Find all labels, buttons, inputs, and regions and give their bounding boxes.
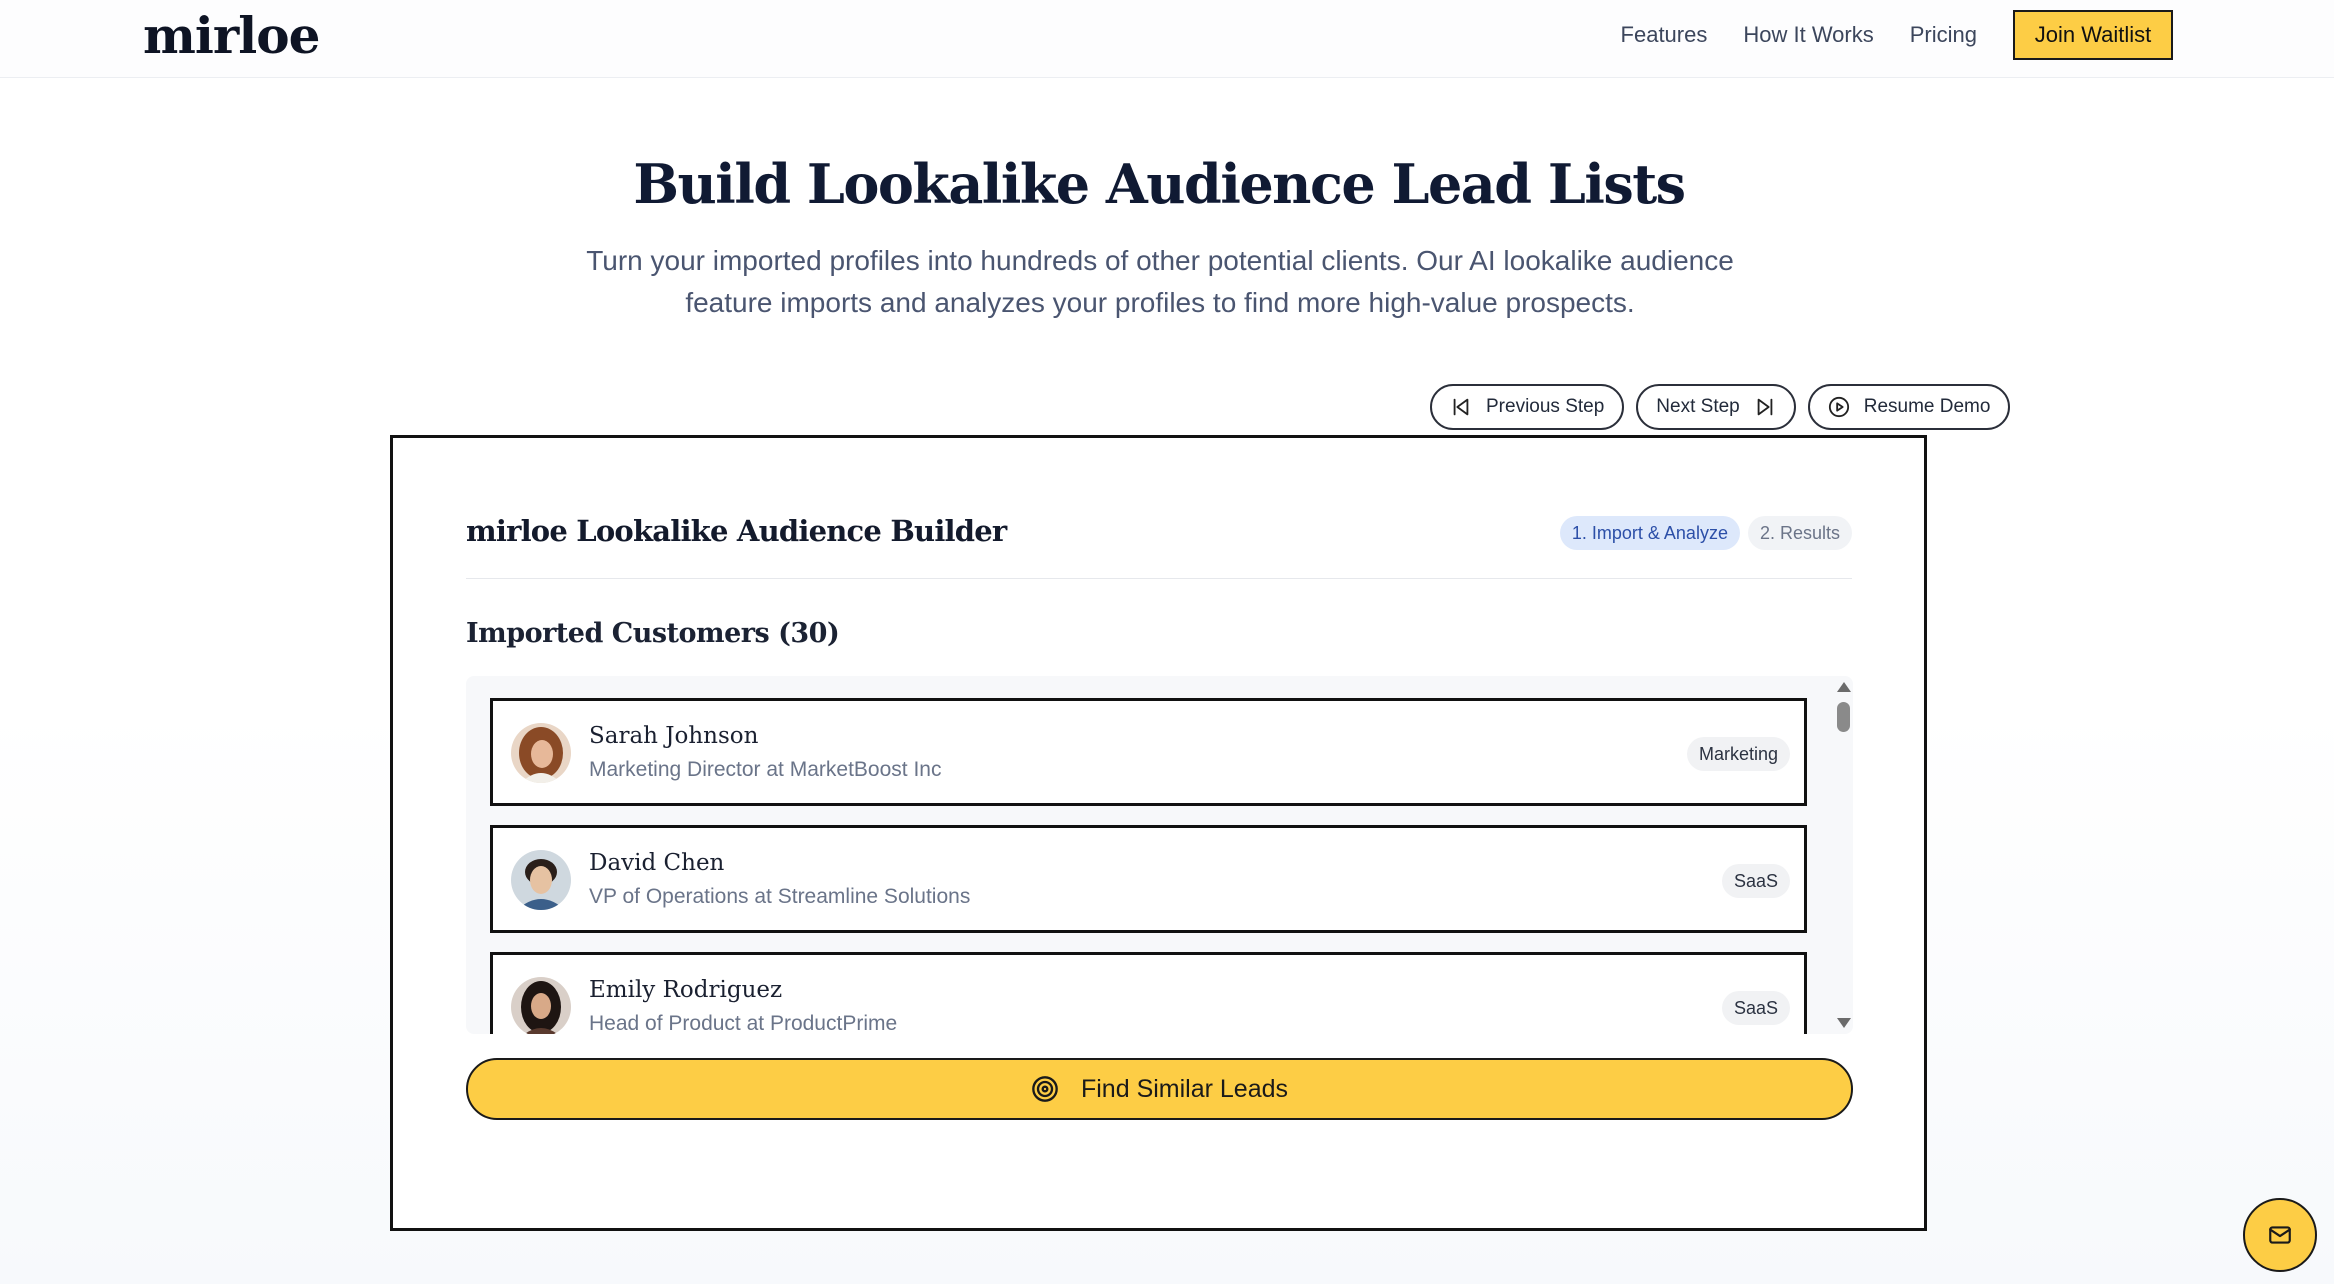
demo-controls: Previous Step Next Step Resume Demo (1430, 384, 2011, 430)
scroll-down-arrow-icon[interactable] (1837, 1018, 1851, 1028)
previous-step-button[interactable]: Previous Step (1430, 384, 1625, 430)
target-icon (1032, 1076, 1058, 1102)
industry-tag: SaaS (1721, 991, 1790, 1025)
play-circle-icon (1828, 396, 1849, 418)
nav-link-pricing[interactable]: Pricing (1910, 22, 1977, 48)
resume-demo-button[interactable]: Resume Demo (1807, 384, 2011, 430)
list-scrollbar[interactable] (1833, 676, 1853, 1034)
customer-role: Marketing Director at MarketBoost Inc (589, 758, 942, 781)
step-results[interactable]: 2. Results (1747, 516, 1852, 550)
panel-title: mirloe Lookalike Audience Builder (466, 514, 1007, 548)
page-title: Build Lookalike Audience Lead Lists (633, 152, 1686, 216)
top-nav: mirloe Features How It Works Pricing Joi… (0, 0, 2334, 78)
nav-link-features[interactable]: Features (1621, 22, 1708, 48)
customer-name: David Chen (589, 850, 725, 876)
divider (466, 578, 1852, 579)
skip-back-icon (1453, 398, 1469, 416)
list-item[interactable]: Sarah Johnson Marketing Director at Mark… (490, 698, 1807, 806)
customer-role: VP of Operations at Streamline Solutions (589, 885, 971, 908)
scroll-thumb[interactable] (1837, 702, 1850, 732)
customer-list: Sarah Johnson Marketing Director at Mark… (490, 698, 1807, 1034)
customer-name: Sarah Johnson (589, 723, 759, 749)
customer-list-container[interactable]: Sarah Johnson Marketing Director at Mark… (466, 676, 1853, 1034)
logo[interactable]: mirloe (143, 6, 320, 65)
step-indicator: 1. Import & Analyze 2. Results (1559, 516, 1852, 550)
skip-forward-icon (1757, 398, 1773, 416)
audience-builder-panel: mirloe Lookalike Audience Builder 1. Imp… (390, 435, 1927, 1231)
mail-icon (2269, 1226, 2291, 1244)
avatar (511, 977, 571, 1034)
step-import-analyze[interactable]: 1. Import & Analyze (1559, 516, 1740, 550)
imported-customers-title: Imported Customers (30) (466, 618, 840, 649)
customer-name: Emily Rodriguez (589, 977, 783, 1003)
nav-links: Features How It Works Pricing Join Waitl… (1621, 0, 2334, 70)
industry-tag: SaaS (1721, 864, 1790, 898)
avatar (511, 723, 571, 783)
customer-role: Head of Product at ProductPrime (589, 1012, 898, 1034)
find-similar-leads-button[interactable]: Find Similar Leads (466, 1058, 1853, 1120)
industry-tag: Marketing (1686, 737, 1790, 771)
avatar (511, 850, 571, 910)
contact-fab-button[interactable] (2243, 1198, 2317, 1272)
find-similar-leads-label: Find Similar Leads (1080, 1074, 1289, 1103)
list-item[interactable]: Emily Rodriguez Head of Product at Produ… (490, 952, 1807, 1034)
resume-demo-label: Resume Demo (1863, 396, 1991, 417)
previous-step-label: Previous Step (1486, 396, 1605, 417)
nav-link-how-it-works[interactable]: How It Works (1743, 22, 1873, 48)
scroll-up-arrow-icon[interactable] (1837, 682, 1851, 692)
page-subtitle: Turn your imported profiles into hundred… (586, 245, 1734, 318)
join-waitlist-button[interactable]: Join Waitlist (2013, 10, 2173, 60)
next-step-label: Next Step (1656, 396, 1740, 417)
next-step-button[interactable]: Next Step (1636, 384, 1796, 430)
list-item[interactable]: David Chen VP of Operations at Streamlin… (490, 825, 1807, 933)
